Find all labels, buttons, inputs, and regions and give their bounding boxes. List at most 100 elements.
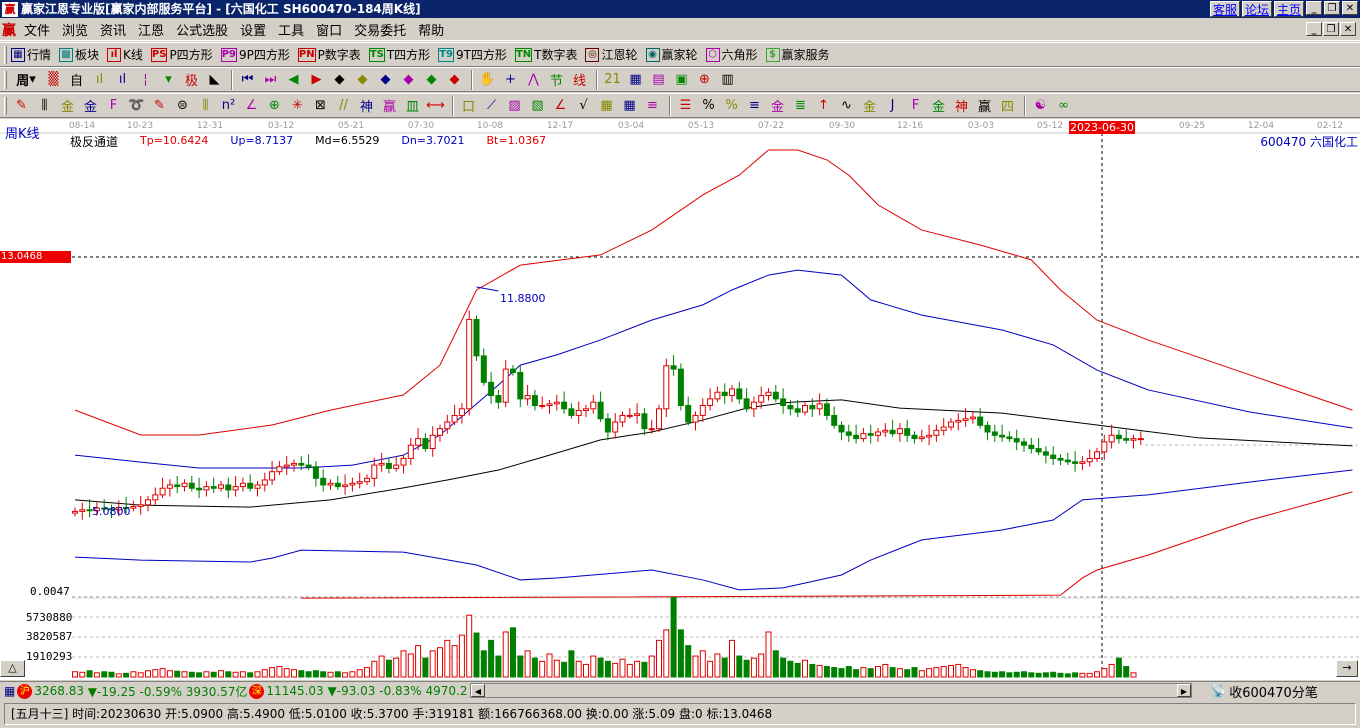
chart-canvas[interactable] bbox=[0, 119, 1360, 680]
toolbar-button-blocks[interactable]: ▩ 板块 bbox=[59, 46, 99, 63]
toolbar-button-kline[interactable]: ıl K线 bbox=[107, 46, 143, 63]
infinity-icon[interactable]: ∞ bbox=[1053, 96, 1074, 116]
spiral-icon[interactable]: ➰ bbox=[126, 96, 147, 116]
expand-up-button[interactable]: △ bbox=[0, 660, 25, 677]
network-icon[interactable]: ⊕ bbox=[694, 70, 715, 90]
lines-icon[interactable]: ⫼ bbox=[195, 96, 216, 116]
toolbar-button-table[interactable]: ▦ 行情 bbox=[11, 46, 51, 63]
square-icon[interactable]: ⊠ bbox=[310, 96, 331, 116]
child-restore-button[interactable]: ❐ bbox=[1323, 22, 1339, 36]
parallel-icon[interactable]: ⫼ bbox=[34, 96, 55, 116]
menu-item[interactable]: 窗口 bbox=[310, 20, 348, 39]
child-close-button[interactable]: ✕ bbox=[1340, 22, 1356, 36]
star-icon[interactable]: ✳ bbox=[287, 96, 308, 116]
restore-button[interactable]: ❐ bbox=[1324, 1, 1340, 15]
pen-icon[interactable]: ✎ bbox=[11, 96, 32, 116]
home-link[interactable]: 主页 bbox=[1273, 1, 1304, 17]
gold-fan-icon[interactable]: 金 bbox=[928, 96, 949, 116]
kline-chart[interactable]: 08-14 10-23 12-31 03-12 05-21 07-30 10-08 12-17… bbox=[0, 119, 1360, 680]
diamond-right-icon[interactable]: ◆ bbox=[352, 70, 373, 90]
first-icon[interactable]: ⏮ bbox=[237, 70, 258, 90]
triple-slash-icon[interactable]: ≡ bbox=[642, 96, 663, 116]
n2-icon[interactable]: n² bbox=[218, 96, 239, 116]
calculator-icon[interactable]: ▦ bbox=[625, 70, 646, 90]
period-select[interactable]: 周 ▾ bbox=[11, 70, 41, 90]
percent-icon[interactable]: % bbox=[721, 96, 742, 116]
gold-circle-icon[interactable]: 金 bbox=[767, 96, 788, 116]
pct-lines-icon[interactable]: ≡ bbox=[744, 96, 765, 116]
range-icon[interactable]: ⟷ bbox=[425, 96, 446, 116]
grid3-icon[interactable]: ▦ bbox=[619, 96, 640, 116]
angle-icon[interactable]: ∠ bbox=[241, 96, 262, 116]
fan-icon[interactable]: ⟋ bbox=[481, 96, 502, 116]
pct-line-icon[interactable]: % bbox=[698, 96, 719, 116]
last-icon[interactable]: ⏭ bbox=[260, 70, 281, 90]
target-icon[interactable]: ⊕ bbox=[264, 96, 285, 116]
ying-fan-icon[interactable]: 赢 bbox=[974, 96, 995, 116]
menu-item[interactable]: 江恩 bbox=[132, 20, 170, 39]
menu-item[interactable]: 交易委托 bbox=[348, 20, 412, 39]
fib-icon[interactable]: F bbox=[103, 96, 124, 116]
scroll-right-button[interactable]: ▶ bbox=[1177, 684, 1191, 697]
toolbar-button-hexagon[interactable]: ⬡ 六角形 bbox=[705, 46, 758, 63]
fan-box-icon[interactable]: ▨ bbox=[504, 96, 525, 116]
diamond-shrink-icon[interactable]: ◆ bbox=[398, 70, 419, 90]
toolbar-button-tn[interactable]: TN T数字表 bbox=[514, 46, 577, 63]
forum-link[interactable]: 论坛 bbox=[1241, 1, 1272, 17]
menu-item[interactable]: 浏览 bbox=[56, 20, 94, 39]
toolbar-button-p9[interactable]: P9 9P四方形 bbox=[220, 46, 290, 63]
hand-icon[interactable]: ✋ bbox=[477, 70, 498, 90]
diamond-cross-icon[interactable]: ◆ bbox=[421, 70, 442, 90]
grid2-icon[interactable]: ▦ bbox=[596, 96, 617, 116]
wave-icon[interactable]: ∿ bbox=[836, 96, 857, 116]
crosshair-icon[interactable]: + bbox=[500, 70, 521, 90]
menu-item[interactable]: 公式选股 bbox=[170, 20, 234, 39]
quote-table-icon[interactable]: ▦ bbox=[4, 684, 15, 698]
yinyang-icon[interactable]: ☯ bbox=[1030, 96, 1051, 116]
dropdown-icon[interactable]: ▾ bbox=[158, 70, 179, 90]
child-minimize-button[interactable]: _ bbox=[1306, 22, 1322, 36]
list-icon[interactable]: ☰ bbox=[675, 96, 696, 116]
extreme-icon[interactable]: 极 bbox=[181, 70, 202, 90]
toolbar-button-winner-wheel[interactable]: ◉ 赢家轮 bbox=[645, 46, 698, 63]
four-fan-icon[interactable]: 四 bbox=[997, 96, 1018, 116]
minimize-button[interactable]: _ bbox=[1306, 1, 1322, 15]
auto-icon[interactable]: 自 bbox=[66, 70, 87, 90]
ying-icon[interactable]: 赢 bbox=[379, 96, 400, 116]
box-icon[interactable]: 口 bbox=[458, 96, 479, 116]
right-icon[interactable]: ▶ bbox=[306, 70, 327, 90]
next-arrow-button[interactable]: → bbox=[1336, 660, 1358, 677]
menu-item[interactable]: 设置 bbox=[234, 20, 272, 39]
bars9-icon[interactable]: ıl bbox=[112, 70, 133, 90]
circle-grid-icon[interactable]: ⊜ bbox=[172, 96, 193, 116]
j-fan-icon[interactable]: J bbox=[882, 96, 903, 116]
toolbar-button-t9[interactable]: T9 9T四方形 bbox=[438, 46, 507, 63]
app-menu-icon[interactable]: 赢 bbox=[2, 20, 16, 40]
menu-item[interactable]: 文件 bbox=[18, 20, 56, 39]
diamond-left-icon[interactable]: ◆ bbox=[329, 70, 350, 90]
grid-icon[interactable]: ▒ bbox=[43, 70, 64, 90]
toolbar-button-pn[interactable]: PN P数字表 bbox=[297, 46, 361, 63]
toolbar-button-dollar[interactable]: $ 赢家服务 bbox=[765, 46, 830, 63]
gold-lines-icon[interactable]: ≣ bbox=[790, 96, 811, 116]
notes-icon[interactable]: ▤ bbox=[648, 70, 669, 90]
calendar-icon[interactable]: 21 bbox=[602, 70, 623, 90]
shen-icon[interactable]: 神 bbox=[356, 96, 377, 116]
shen-fan-icon[interactable]: 神 bbox=[951, 96, 972, 116]
toolbar-button-ts[interactable]: TS T四方形 bbox=[368, 46, 430, 63]
diamond-updown-icon[interactable]: ◆ bbox=[444, 70, 465, 90]
horizontal-scrollbar[interactable]: ◀ ▶ bbox=[470, 683, 1192, 698]
comb-icon[interactable]: 皿 bbox=[402, 96, 423, 116]
line-icon[interactable]: 线 bbox=[569, 70, 590, 90]
fan-lines-icon[interactable]: ∠ bbox=[550, 96, 571, 116]
gold-box-icon[interactable]: 金 bbox=[859, 96, 880, 116]
section-icon[interactable]: 节 bbox=[546, 70, 567, 90]
menu-item[interactable]: 帮助 bbox=[412, 20, 450, 39]
zigzag-icon[interactable]: ⋀ bbox=[523, 70, 544, 90]
diamond-expand-icon[interactable]: ◆ bbox=[375, 70, 396, 90]
slash-icon[interactable]: // bbox=[333, 96, 354, 116]
flag-icon[interactable]: ◣ bbox=[204, 70, 225, 90]
toolbar-button-ps[interactable]: PS P四方形 bbox=[150, 46, 213, 63]
menu-item[interactable]: 资讯 bbox=[94, 20, 132, 39]
save-icon[interactable]: ▣ bbox=[671, 70, 692, 90]
